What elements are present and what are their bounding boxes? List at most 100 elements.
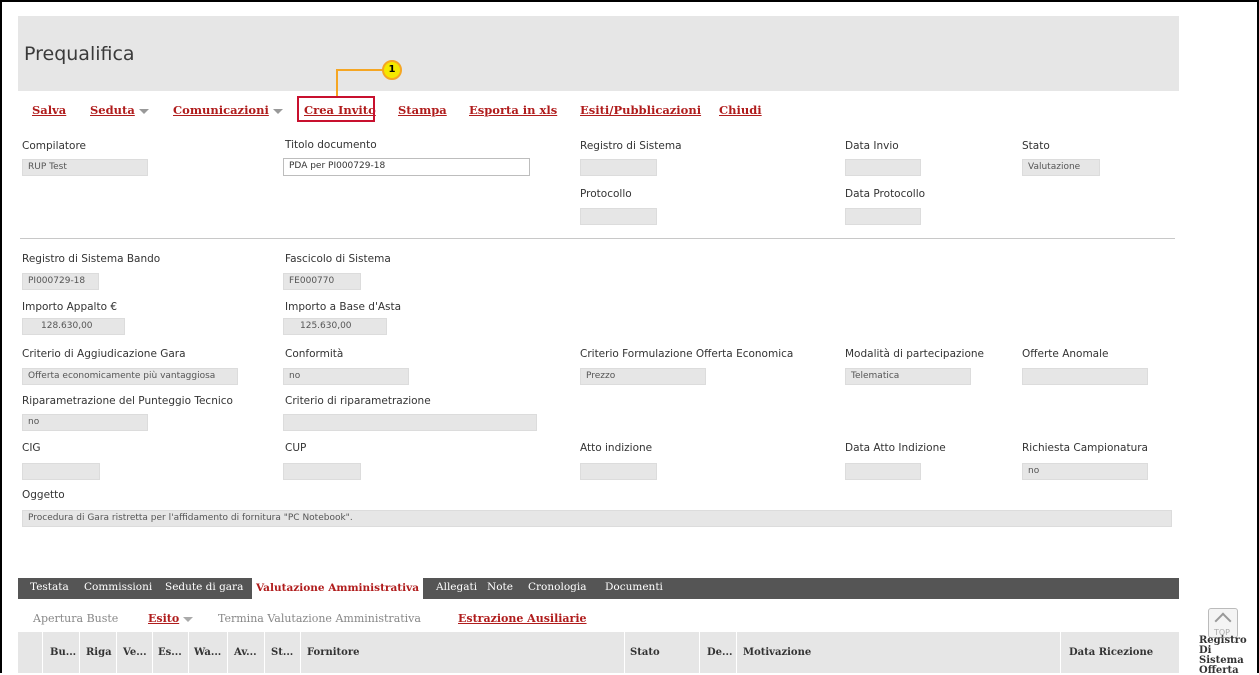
col-buste[interactable]: Bu... [50, 647, 76, 658]
cup-label: CUP [285, 442, 307, 454]
chiudi-button[interactable]: Chiudi [719, 103, 762, 117]
riparametrazione-label: Riparametrazione del Punteggio Tecnico [22, 395, 233, 407]
grid-separator [736, 632, 737, 673]
comunicazioni-label: Comunicazioni [173, 103, 269, 117]
esiti-pubblicazioni-button[interactable]: Esiti/Pubblicazioni [580, 103, 701, 117]
protocollo-field [580, 208, 657, 225]
tab-bar: Testata Commissioni Sedute di gara Valut… [18, 578, 1179, 599]
campionatura-field: no [1022, 463, 1148, 480]
col-riga[interactable]: Riga [86, 647, 112, 658]
col-motivazione[interactable]: Motivazione [743, 647, 811, 658]
conformita-field: no [283, 368, 409, 385]
grid-separator [152, 632, 153, 673]
data-atto-label: Data Atto Indizione [845, 442, 946, 454]
chevron-down-icon [183, 616, 194, 622]
grid-separator [42, 632, 43, 673]
tab-allegati[interactable]: Allegati [436, 581, 477, 593]
titolo-documento-label: Titolo documento [285, 139, 377, 151]
chevron-down-icon [138, 108, 149, 114]
cig-label: CIG [22, 442, 41, 454]
importo-base-label: Importo a Base d'Asta [285, 301, 402, 313]
salva-button[interactable]: Salva [32, 103, 66, 117]
grid-separator [300, 632, 301, 673]
campionatura-label: Richiesta Campionatura [1022, 442, 1148, 454]
col-de[interactable]: De... [707, 647, 732, 658]
grid-separator [227, 632, 228, 673]
page-header [18, 16, 1179, 91]
grid-separator [624, 632, 625, 673]
termina-valutazione-button[interactable]: Termina Valutazione Amministrativa [218, 612, 421, 625]
criterio-formulazione-label: Criterio Formulazione Offerta Economica [580, 348, 794, 360]
stato-field: Valutazione [1022, 159, 1100, 176]
fascicolo-label: Fascicolo di Sistema [285, 253, 391, 265]
chevron-down-icon [272, 108, 283, 114]
col-data-ricezione[interactable]: Data Ricezione [1069, 647, 1153, 658]
data-invio-field [845, 159, 921, 176]
comunicazioni-menu[interactable]: Comunicazioni [173, 103, 283, 117]
seduta-menu[interactable]: Seduta [90, 103, 149, 117]
data-protocollo-label: Data Protocollo [845, 188, 926, 200]
crea-invito-highlight [297, 96, 375, 122]
importo-appalto-field: 128.630,00 [22, 318, 125, 335]
chevron-up-icon [1214, 612, 1232, 630]
col-st[interactable]: St... [271, 647, 293, 658]
criterio-riparametrazione-field [283, 414, 537, 431]
section-divider [20, 238, 1175, 239]
col-ve[interactable]: Ve... [123, 647, 147, 658]
registro-bando-label: Registro di Sistema Bando [22, 253, 161, 265]
seduta-label: Seduta [90, 103, 135, 117]
col-es[interactable]: Es... [158, 647, 182, 658]
col-av[interactable]: Av... [234, 647, 257, 658]
col-stato[interactable]: Stato [630, 647, 660, 658]
registro-sistema-field [580, 159, 657, 176]
grid-separator [188, 632, 189, 673]
col-fornitore[interactable]: Fornitore [307, 647, 359, 658]
compilatore-field: RUP Test [22, 159, 148, 176]
stato-label: Stato [1022, 140, 1050, 152]
window-frame: Prequalifica 1 Salva Seduta Comunicazion… [0, 0, 1259, 673]
data-atto-field [845, 463, 921, 480]
atto-indizione-field [580, 463, 657, 480]
stampa-button[interactable]: Stampa [398, 103, 447, 117]
modalita-label: Modalità di partecipazione [845, 348, 984, 360]
col-registro-sistema-offerta[interactable]: Registro Di Sistema Offerta [1199, 636, 1257, 674]
conformita-label: Conformità [285, 348, 344, 360]
registro-sistema-label: Registro di Sistema [580, 140, 682, 152]
tab-commissioni[interactable]: Commissioni [84, 581, 152, 593]
grid-separator [264, 632, 265, 673]
tab-cronologia[interactable]: Cronologia [528, 581, 586, 593]
criterio-formulazione-field: Prezzo [580, 368, 706, 385]
callout-number: 1 [382, 60, 402, 80]
atto-indizione-label: Atto indizione [580, 442, 653, 454]
importo-appalto-label: Importo Appalto € [22, 301, 118, 313]
oggetto-field: Procedura di Gara ristretta per l'affida… [22, 510, 1172, 527]
tab-documenti[interactable]: Documenti [605, 581, 663, 593]
esito-label: Esito [148, 612, 180, 625]
tab-note[interactable]: Note [487, 581, 513, 593]
grid-separator [699, 632, 700, 673]
page-title: Prequalifica [24, 43, 135, 65]
grid-separator [116, 632, 117, 673]
apertura-buste-button[interactable]: Apertura Buste [33, 612, 118, 625]
criterio-aggiudicazione-field: Offerta economicamente più vantaggiosa [22, 368, 238, 385]
cup-field [283, 463, 361, 480]
esito-menu[interactable]: Esito [148, 612, 194, 625]
tab-sedute-di-gara[interactable]: Sedute di gara [165, 581, 243, 593]
protocollo-label: Protocollo [580, 188, 632, 200]
esporta-xls-button[interactable]: Esporta in xls [469, 103, 557, 117]
estrazione-ausiliarie-button[interactable]: Estrazione Ausiliarie [458, 612, 587, 625]
titolo-documento-input[interactable]: PDA per PI000729-18 [283, 158, 530, 176]
tab-valutazione-amministrativa[interactable]: Valutazione Amministrativa [252, 578, 424, 599]
data-protocollo-field [845, 208, 921, 225]
grid-separator [79, 632, 80, 673]
registro-bando-field: PI000729-18 [22, 273, 99, 290]
offerte-anomale-field [1022, 368, 1148, 385]
col-wa[interactable]: Wa... [194, 647, 221, 658]
tab-testata[interactable]: Testata [30, 581, 69, 593]
modalita-field: Telematica [845, 368, 971, 385]
criterio-aggiudicazione-label: Criterio di Aggiudicazione Gara [22, 348, 186, 360]
cig-field [22, 463, 100, 480]
compilatore-label: Compilatore [22, 140, 87, 152]
data-invio-label: Data Invio [845, 140, 899, 152]
callout-line [336, 69, 384, 98]
